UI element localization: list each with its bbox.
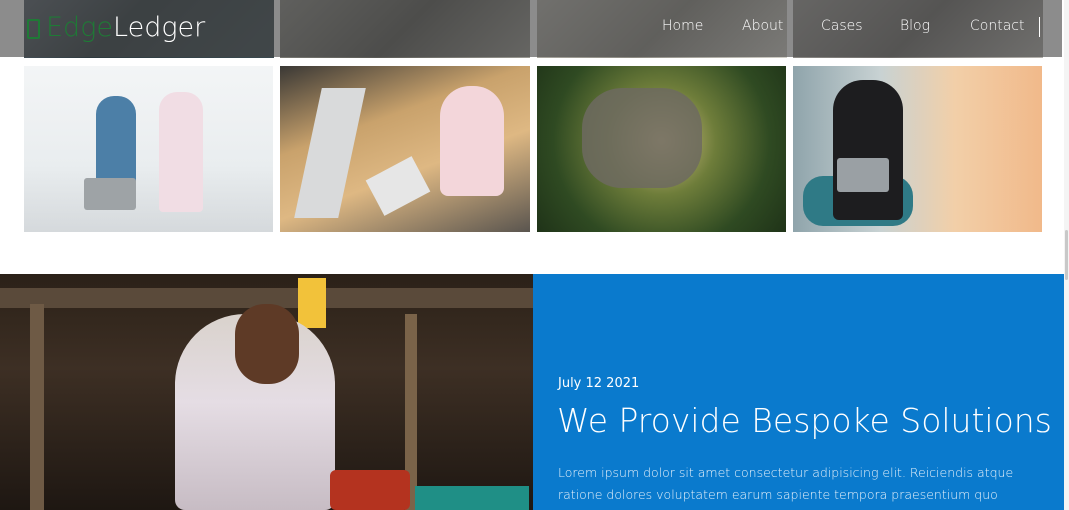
figure-person xyxy=(440,86,504,196)
feature-body: Lorem ipsum dolor sit amet consectetur a… xyxy=(558,465,1014,510)
laptop-shape xyxy=(84,178,136,210)
nav-link-blog[interactable]: Blog xyxy=(900,18,930,34)
nav-link-about[interactable]: About xyxy=(742,18,783,34)
figure-person xyxy=(833,80,903,220)
scrollbar-thumb[interactable] xyxy=(1065,230,1068,280)
monitor-shape xyxy=(294,88,366,218)
basket-shape xyxy=(415,486,529,510)
sign-shape xyxy=(298,278,326,328)
pole-shape xyxy=(30,304,44,510)
nav-link-home[interactable]: Home xyxy=(662,18,703,34)
page: Edge Ledger Home About Cases Blog Contac… xyxy=(0,0,1069,510)
feature-panel: July 12 2021 We Provide Bespoke Solution… xyxy=(533,274,1067,510)
nav-link-contact[interactable]: Contact xyxy=(970,18,1024,34)
gallery-image-laptop-woman[interactable] xyxy=(793,66,1042,232)
gallery-image-desk[interactable] xyxy=(280,66,530,232)
nav-divider xyxy=(1039,17,1040,37)
building-shape xyxy=(582,88,702,188)
gallery-image-meeting[interactable] xyxy=(24,66,273,232)
gallery-image-building[interactable] xyxy=(537,66,786,232)
feature-title: We Provide Bespoke Solutions xyxy=(557,401,1052,440)
figure-person xyxy=(159,92,203,212)
nav-link-cases[interactable]: Cases xyxy=(821,18,863,34)
head-shape xyxy=(235,304,299,384)
main-nav: Home About Cases Blog Contact xyxy=(0,18,1062,38)
keyboard-shape xyxy=(365,156,431,216)
navbar: Edge Ledger Home About Cases Blog Contac… xyxy=(0,0,1062,57)
tomato-stand-shape xyxy=(330,470,410,510)
feature-date: July 12 2021 xyxy=(558,376,640,391)
feature-image xyxy=(0,274,533,510)
laptop-shape xyxy=(837,158,889,192)
